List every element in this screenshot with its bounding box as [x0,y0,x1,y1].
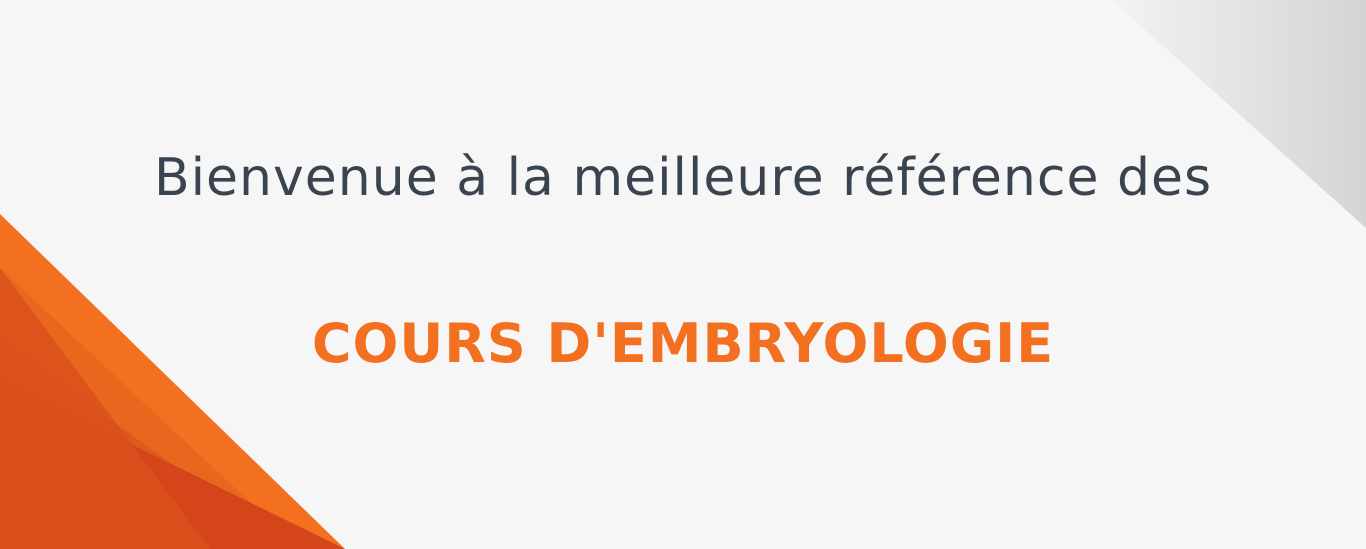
banner-decorations [0,0,1366,549]
welcome-banner: Bienvenue à la meilleure référence des C… [0,0,1366,549]
course-title: COURS D'EMBRYOLOGIE [311,312,1055,375]
welcome-headline: Bienvenue à la meilleure référence des [153,148,1213,208]
orange-corner-shape [0,214,345,549]
